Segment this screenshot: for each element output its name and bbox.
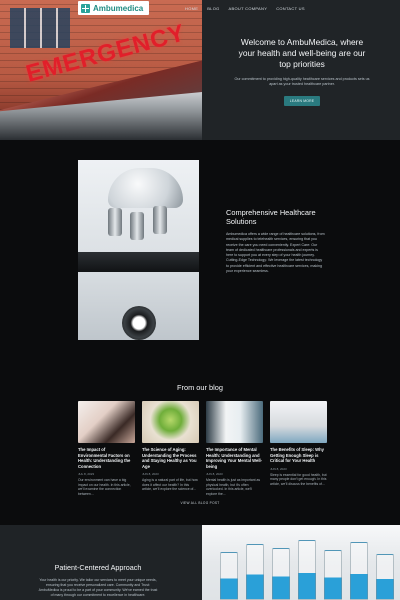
patient-body: Your health is our priority. We tailor o… [38,578,158,597]
hero-title: Welcome to AmbuMedica, where your health… [238,37,366,69]
blog-card-excerpt: Mental health is just as important as ph… [206,478,261,496]
test-tube [220,552,238,600]
microscope-image [78,160,199,340]
hero-section: EMERGENCY Ambumedica HOME BLOG ABOUT COM… [0,0,400,140]
logo-text: Ambumedica [93,3,144,13]
microscope-stage [78,252,199,272]
blog-card-date: JUN 8, 2023 [270,466,287,471]
main-nav: HOME BLOG ABOUT COMPANY CONTACT US [185,6,305,11]
blog-heading: From our blog [176,383,223,392]
blog-thumbnail[interactable] [78,401,135,443]
patient-title: Patient-Centered Approach [54,563,142,572]
blog-card-date: JUN 8, 2023 [142,472,159,476]
blog-card-title[interactable]: The Benefits of Sleep: Why Getting Enoug… [270,447,327,464]
blog-cards: The Impact of Environmental Factors on H… [78,401,327,496]
lab-tubes-image [202,525,400,600]
about-text: Comprehensive Healthcare Solutions Ambum… [226,208,326,274]
blog-card-date: JUN 8, 2023 [206,472,223,476]
blog-card-title[interactable]: The Science of Aging: Understanding the … [142,447,199,469]
blog-card[interactable]: The Benefits of Sleep: Why Getting Enoug… [270,401,327,496]
hero-image-windows [10,8,70,48]
test-tube [246,544,264,600]
microscope-head [108,168,183,208]
test-tube [324,550,342,600]
navbar: Ambumedica [78,1,150,15]
blog-card[interactable]: The Impact of Environmental Factors on H… [78,401,135,496]
blog-card-excerpt: Our environment can have a big impact on… [78,478,131,496]
objective-lens [108,208,122,236]
microscope-eyepiece [122,306,156,340]
patient-text: Patient-Centered Approach Your health is… [38,563,158,598]
blog-thumbnail[interactable] [270,401,327,443]
test-tube [376,554,394,600]
blog-thumbnail[interactable] [206,401,263,443]
blog-card-excerpt: Aging is a natural part of life, but how… [142,478,198,492]
blog-card-excerpt: Sleep is essential for good health, but … [270,472,327,486]
view-all-blog-link[interactable]: VIEW ALL BLOG POST [0,501,400,505]
hero-image: EMERGENCY [0,0,202,140]
patient-section: Patient-Centered Approach Your health is… [0,525,400,600]
blog-card-title[interactable]: The Impact of Environmental Factors on H… [78,447,135,469]
test-tube [272,548,290,600]
test-tube [350,542,368,600]
nav-blog[interactable]: BLOG [207,6,219,11]
blog-card-title[interactable]: The Importance of Mental Health: Underst… [206,447,263,469]
blog-card[interactable]: The Importance of Mental Health: Underst… [206,401,263,496]
nav-contact-us[interactable]: CONTACT US [276,6,305,11]
nav-about-company[interactable]: ABOUT COMPANY [229,6,268,11]
learn-more-button[interactable]: LEARN MORE [283,96,321,106]
about-title: Comprehensive Healthcare Solutions [226,208,316,226]
test-tube [298,540,316,600]
medical-cross-icon [81,3,90,13]
about-body: Ambumedica offers a wide range of health… [226,232,325,274]
about-section: Comprehensive Healthcare Solutions Ambum… [0,140,400,385]
blog-card-date: JUL 8, 2023 [78,472,95,476]
hero-text: Welcome to AmbuMedica, where your health… [232,37,372,107]
objective-lens [130,212,144,240]
objective-lens [153,206,167,234]
blog-section: From our blog The Impact of Environmenta… [0,383,400,525]
blog-card[interactable]: The Science of Aging: Understanding the … [142,401,199,496]
blog-thumbnail[interactable] [142,401,199,443]
nav-home[interactable]: HOME [185,6,198,11]
hero-subtitle: Our commitment to providing high-quality… [234,77,370,86]
logo[interactable]: Ambumedica [78,1,150,15]
